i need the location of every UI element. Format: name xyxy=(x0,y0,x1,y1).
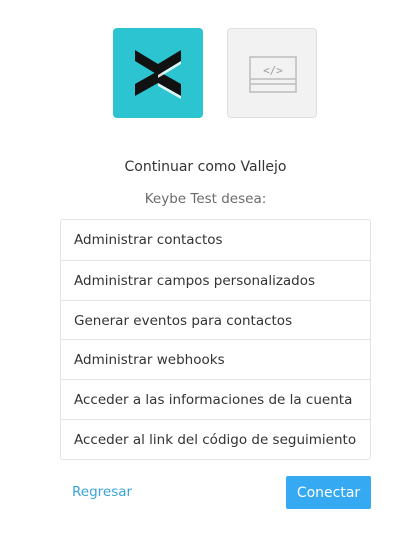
app-logo: </> xyxy=(227,28,317,118)
connect-button[interactable]: Conectar xyxy=(286,476,371,509)
permission-item-account-information: Acceder a las informaciones de la cuenta xyxy=(61,379,370,419)
permission-item-tracking-code-link: Acceder al link del código de seguimient… xyxy=(61,418,370,459)
back-link[interactable]: Regresar xyxy=(72,484,132,500)
app-permissions-intro: Keybe Test desea: xyxy=(144,191,267,207)
brand-logo xyxy=(113,28,203,118)
permission-item-generate-contact-events: Generar eventos para contactos xyxy=(61,299,370,340)
permission-item-manage-webhooks: Administrar webhooks xyxy=(61,339,370,379)
code-window-icon: </> xyxy=(249,56,297,93)
permission-item-manage-contacts: Administrar contactos xyxy=(74,232,223,248)
keybe-chevrons-logo-icon xyxy=(135,50,181,99)
continue-as-title: Continuar como Vallejo xyxy=(124,159,287,175)
permissions-list: Administrar contactos Administrar campos… xyxy=(60,219,371,460)
svg-text:</>: </> xyxy=(263,64,283,77)
permission-item-manage-custom-fields: Administrar campos personalizados xyxy=(61,259,370,300)
